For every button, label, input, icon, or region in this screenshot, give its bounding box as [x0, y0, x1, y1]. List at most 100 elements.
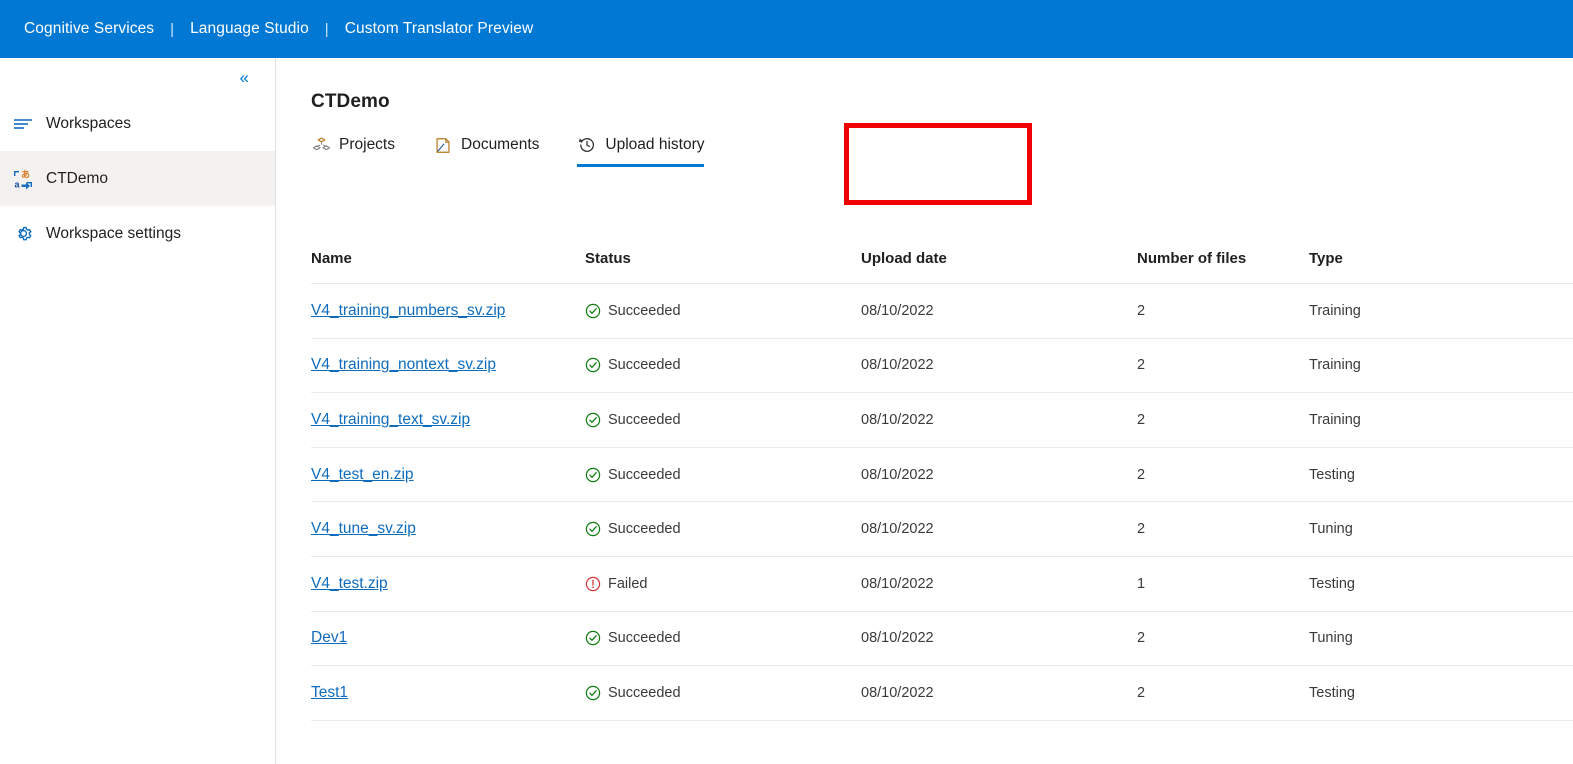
svg-text:あ: あ [21, 169, 30, 179]
status-label: Failed [608, 575, 648, 592]
cell-status: Succeeded [585, 685, 861, 701]
cell-upload-date: 08/10/2022 [861, 466, 934, 483]
cell-name: V4_tune_sv.zip [311, 520, 585, 538]
cell-number-of-files: 2 [1137, 684, 1146, 701]
cell-upload-date: 08/10/2022 [861, 357, 934, 374]
cell-upload-date: 08/10/2022 [861, 411, 934, 428]
success-check-icon [585, 303, 601, 319]
success-check-icon [585, 467, 601, 483]
tab-list: Projects Documents Upload history [311, 135, 1573, 181]
cell-name: V4_training_nontext_sv.zip [311, 356, 585, 374]
cell-upload-date: 08/10/2022 [861, 521, 934, 538]
status-label: Succeeded [608, 521, 681, 538]
table-row: V4_tune_sv.zip Succeeded 08/10/2022 2 Tuning [311, 502, 1573, 557]
file-link[interactable]: V4_training_numbers_sv.zip [311, 302, 505, 319]
error-alert-icon [585, 576, 601, 592]
table-body: V4_training_numbers_sv.zip Succeeded 08/10… [311, 284, 1573, 721]
cell-name: V4_test_en.zip [311, 466, 585, 484]
table-row: V4_test.zip Failed 08/10/2022 1 Testing [311, 557, 1573, 612]
tab-upload-history[interactable]: Upload history [577, 135, 705, 167]
file-link[interactable]: V4_test_en.zip [311, 466, 414, 483]
cell-type: Training [1309, 357, 1361, 374]
list-icon [10, 113, 36, 135]
svg-text:a: a [15, 179, 21, 189]
cell-name: V4_training_text_sv.zip [311, 411, 585, 429]
cell-type: Training [1309, 411, 1361, 428]
table-row: Dev1 Succeeded 08/10/2022 2 Tuning [311, 612, 1573, 667]
table-header-row: Name Status Upload date Number of files … [311, 233, 1573, 284]
header-link-language-studio[interactable]: Language Studio [190, 20, 309, 38]
table-row: V4_training_nontext_sv.zip Succeeded 08/10… [311, 339, 1573, 394]
cell-name: V4_test.zip [311, 575, 585, 593]
status-label: Succeeded [608, 357, 681, 374]
cell-status: Succeeded [585, 467, 861, 483]
success-check-icon [585, 630, 601, 646]
cell-upload-date: 08/10/2022 [861, 684, 934, 701]
success-check-icon [585, 357, 601, 373]
cell-name: Test1 [311, 684, 585, 702]
sidebar-item-workspaces[interactable]: Workspaces [0, 96, 275, 151]
sidebar-item-label: CTDemo [46, 169, 109, 187]
projects-icon [311, 135, 331, 155]
cell-status: Succeeded [585, 357, 861, 373]
sidebar-item-label: Workspace settings [46, 224, 181, 242]
cell-number-of-files: 2 [1137, 521, 1146, 538]
column-header-type: Type [1309, 249, 1343, 267]
cell-status: Succeeded [585, 630, 861, 646]
status-label: Succeeded [608, 411, 681, 428]
cell-upload-date: 08/10/2022 [861, 302, 934, 319]
file-link[interactable]: Dev1 [311, 629, 347, 646]
file-link[interactable]: V4_tune_sv.zip [311, 520, 416, 537]
history-clock-icon [577, 135, 597, 155]
cell-name: V4_training_numbers_sv.zip [311, 302, 585, 320]
tab-projects[interactable]: Projects [311, 135, 395, 167]
cell-number-of-files: 2 [1137, 302, 1146, 319]
upload-history-table: Name Status Upload date Number of files … [311, 233, 1573, 721]
file-link[interactable]: V4_training_nontext_sv.zip [311, 356, 496, 373]
main-content: CTDemo Projects Documents Upload history… [277, 58, 1573, 764]
cell-upload-date: 08/10/2022 [861, 575, 934, 592]
column-header-name: Name [311, 249, 352, 267]
table-row: V4_training_numbers_sv.zip Succeeded 08/10… [311, 284, 1573, 339]
sidebar: « Workspaces あ a CTDemo Workspace settin… [0, 58, 276, 764]
file-link[interactable]: Test1 [311, 684, 348, 701]
header-link-custom-translator-preview[interactable]: Custom Translator Preview [345, 20, 534, 38]
header-separator: | [170, 20, 175, 38]
cell-type: Testing [1309, 466, 1355, 483]
cell-number-of-files: 1 [1137, 575, 1146, 592]
column-header-status: Status [585, 249, 631, 267]
cell-status: Succeeded [585, 521, 861, 537]
cell-upload-date: 08/10/2022 [861, 630, 934, 647]
tab-documents[interactable]: Documents [433, 135, 539, 167]
cell-number-of-files: 2 [1137, 466, 1146, 483]
success-check-icon [585, 412, 601, 428]
cell-status: Succeeded [585, 303, 861, 319]
cell-name: Dev1 [311, 629, 585, 647]
sidebar-collapse-row: « [0, 58, 275, 96]
file-link[interactable]: V4_test.zip [311, 575, 388, 592]
file-link[interactable]: V4_training_text_sv.zip [311, 411, 470, 428]
gear-icon [10, 223, 36, 245]
cell-type: Tuning [1309, 521, 1353, 538]
cell-status: Failed [585, 576, 861, 592]
success-check-icon [585, 685, 601, 701]
table-row: V4_test_en.zip Succeeded 08/10/2022 2 Testin… [311, 448, 1573, 503]
tab-label: Upload history [605, 136, 705, 153]
cell-number-of-files: 2 [1137, 357, 1146, 374]
status-label: Succeeded [608, 630, 681, 647]
tab-label: Projects [339, 136, 395, 153]
cell-type: Testing [1309, 575, 1355, 592]
document-icon [433, 135, 453, 155]
cell-status: Succeeded [585, 412, 861, 428]
header-link-cognitive-services[interactable]: Cognitive Services [24, 20, 154, 38]
sidebar-item-ctdemo[interactable]: あ a CTDemo [0, 151, 275, 206]
header-separator: | [324, 20, 329, 38]
status-label: Succeeded [608, 684, 681, 701]
cell-type: Training [1309, 302, 1361, 319]
cell-type: Testing [1309, 684, 1355, 701]
sidebar-item-workspace-settings[interactable]: Workspace settings [0, 206, 275, 261]
chevron-double-left-icon[interactable]: « [240, 69, 249, 86]
tab-label: Documents [461, 136, 540, 153]
translator-icon: あ a [10, 168, 36, 190]
cell-number-of-files: 2 [1137, 411, 1146, 428]
